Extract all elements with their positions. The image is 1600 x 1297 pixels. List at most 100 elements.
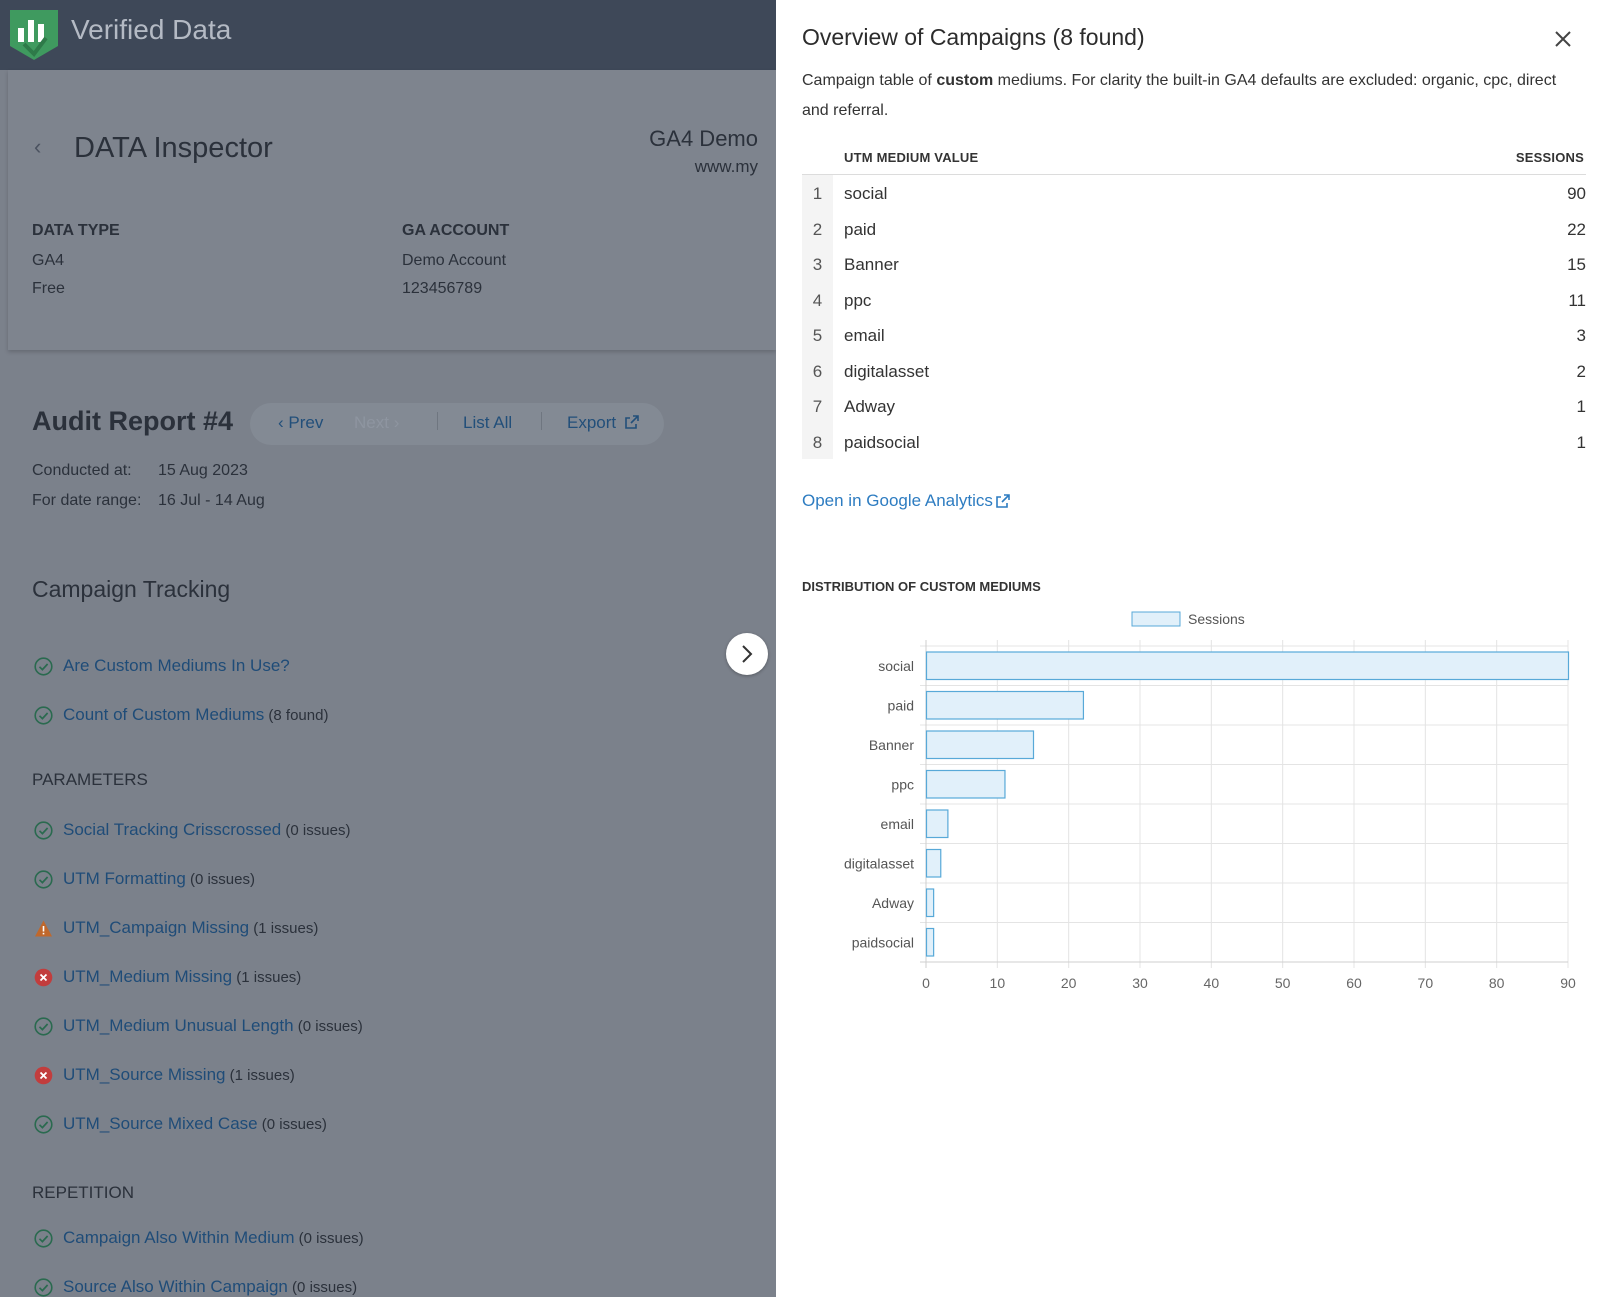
sessions-value: 11 — [1568, 290, 1586, 310]
table-row: 8 paidsocial 1 — [802, 425, 1586, 460]
check-item-label: Social Tracking Crisscrossed — [63, 820, 282, 839]
export-label: Export — [567, 413, 617, 432]
list-all-button[interactable]: List All — [463, 413, 512, 433]
app-background: Verified Data ‹ DATA Inspector GA4 Demo … — [0, 0, 776, 1297]
x-tick-label: 50 — [1275, 975, 1291, 991]
x-tick-label: 0 — [922, 975, 930, 991]
y-category-label: paid — [888, 697, 914, 713]
check-item-link[interactable]: Campaign Also Within Medium (0 issues) — [63, 1228, 364, 1248]
check-item-link[interactable]: Social Tracking Crisscrossed (0 issues) — [63, 820, 350, 840]
check-item-count: (1 issues) — [249, 920, 319, 937]
next-button[interactable]: Next › — [354, 413, 399, 433]
nav-divider — [541, 412, 542, 430]
check-item-link[interactable]: UTM_Source Missing (1 issues) — [63, 1065, 295, 1085]
external-link-icon — [625, 415, 639, 429]
prev-button[interactable]: ‹ Prev — [278, 413, 323, 433]
sessions-value: 1 — [1576, 397, 1586, 416]
medium-value: paid — [844, 219, 877, 239]
expand-panel-button[interactable] — [726, 633, 768, 675]
check-circle-icon — [34, 1278, 53, 1297]
sessions-value: 3 — [1576, 326, 1586, 345]
campaign-overview-drawer: Overview of Campaigns (8 found) Campaign… — [776, 0, 1600, 1297]
export-button[interactable]: Export — [567, 413, 639, 433]
check-item-count: (0 issues) — [257, 1116, 327, 1133]
report-title: Audit Report #4 — [32, 406, 234, 436]
x-tick-label: 20 — [1061, 975, 1077, 991]
check-item-label: Count of Custom Mediums — [63, 705, 265, 724]
group-title-repetition: REPETITION — [32, 1183, 135, 1202]
y-category-label: social — [878, 658, 914, 674]
property-url: www.my — [694, 157, 758, 176]
inspector-card — [8, 70, 776, 350]
check-item-link[interactable]: Are Custom Mediums In Use? — [63, 656, 290, 676]
table-row: 3 Banner 15 — [802, 247, 1586, 282]
property-name: GA4 Demo — [649, 126, 758, 151]
back-chevron-icon[interactable]: ‹ — [34, 134, 41, 160]
x-tick-label: 90 — [1560, 975, 1576, 991]
medium-value: ppc — [844, 290, 872, 310]
check-item-link[interactable]: UTM_Campaign Missing (1 issues) — [63, 918, 318, 938]
check-item-label: UTM_Source Missing — [63, 1065, 226, 1084]
check-item-count: (0 issues) — [281, 822, 351, 839]
ga-link-label: Open in Google Analytics — [802, 491, 993, 510]
x-tick-label: 80 — [1489, 975, 1505, 991]
external-link-icon — [996, 494, 1010, 508]
date-range-label: For date range: — [32, 492, 142, 509]
open-in-google-analytics-link[interactable]: Open in Google Analytics — [802, 491, 1010, 511]
check-item-label: Campaign Also Within Medium — [63, 1228, 295, 1247]
close-icon[interactable] — [1552, 28, 1574, 50]
check-item-label: UTM Formatting — [63, 869, 186, 888]
check-circle-icon — [34, 706, 53, 725]
check-circle-icon — [34, 1115, 53, 1134]
drawer-title: Overview of Campaigns (8 found) — [802, 24, 1145, 50]
check-item-label: Source Also Within Campaign — [63, 1277, 288, 1296]
row-index: 7 — [812, 397, 823, 416]
error-icon — [34, 968, 53, 987]
legend-label: Sessions — [1188, 611, 1245, 627]
table-row: 7 Adway 1 — [802, 389, 1586, 424]
row-index: 5 — [812, 326, 823, 345]
row-index: 8 — [812, 432, 823, 452]
check-circle-icon — [34, 1017, 53, 1036]
check-circle-icon — [34, 1229, 53, 1248]
row-index: 6 — [812, 361, 823, 381]
inspector-title: DATA Inspector — [74, 132, 273, 164]
check-item-label: UTM_Medium Unusual Length — [63, 1016, 294, 1035]
check-item-link[interactable]: UTM_Medium Missing (1 issues) — [63, 967, 301, 987]
check-item-link[interactable]: Count of Custom Mediums (8 found) — [63, 705, 328, 725]
check-item-label: UTM_Source Mixed Case — [63, 1114, 258, 1133]
table-row: 4 ppc 11 — [802, 283, 1586, 318]
medium-value: email — [844, 326, 885, 345]
distribution-chart: Sessions 0 10 20 30 40 50 60 70 80 90 social paid Ban… — [844, 611, 1576, 991]
check-circle-icon — [34, 870, 53, 889]
bar-email — [925, 809, 949, 839]
bar-paid — [925, 690, 1085, 720]
date-range-value: 16 Jul - 14 Aug — [158, 492, 265, 509]
row-index: 3 — [812, 255, 823, 274]
chevron-right-icon — [742, 645, 753, 663]
check-circle-icon — [34, 657, 53, 676]
check-item-link[interactable]: Source Also Within Campaign (0 issues) — [63, 1277, 357, 1297]
conducted-label: Conducted at: — [32, 462, 132, 479]
description-text: Campaign table of — [802, 72, 937, 89]
check-item-link[interactable]: UTM Formatting (0 issues) — [63, 869, 255, 889]
row-index: 2 — [812, 219, 823, 239]
prev-label: Prev — [288, 413, 324, 432]
data-type-tier: Free — [32, 280, 65, 297]
check-item-count: (0 issues) — [185, 871, 255, 888]
sessions-value: 15 — [1567, 255, 1586, 274]
ga-account-name: Demo Account — [402, 252, 507, 269]
bar-digitalasset — [925, 848, 942, 878]
warning-icon — [35, 920, 52, 937]
medium-value: social — [844, 184, 888, 203]
next-label: Next — [354, 413, 389, 432]
check-item-link[interactable]: UTM_Source Mixed Case (0 issues) — [63, 1114, 327, 1134]
drawer-description: Campaign table of custom mediums. For cl… — [802, 66, 1570, 126]
bar-paidsocial — [925, 927, 935, 957]
check-item-count: (0 issues) — [294, 1230, 364, 1247]
medium-value: Adway — [844, 397, 896, 416]
x-tick-label: 10 — [990, 975, 1006, 991]
data-type-value: GA4 — [32, 252, 65, 269]
medium-value: Banner — [844, 255, 899, 274]
check-item-link[interactable]: UTM_Medium Unusual Length (0 issues) — [63, 1016, 363, 1036]
